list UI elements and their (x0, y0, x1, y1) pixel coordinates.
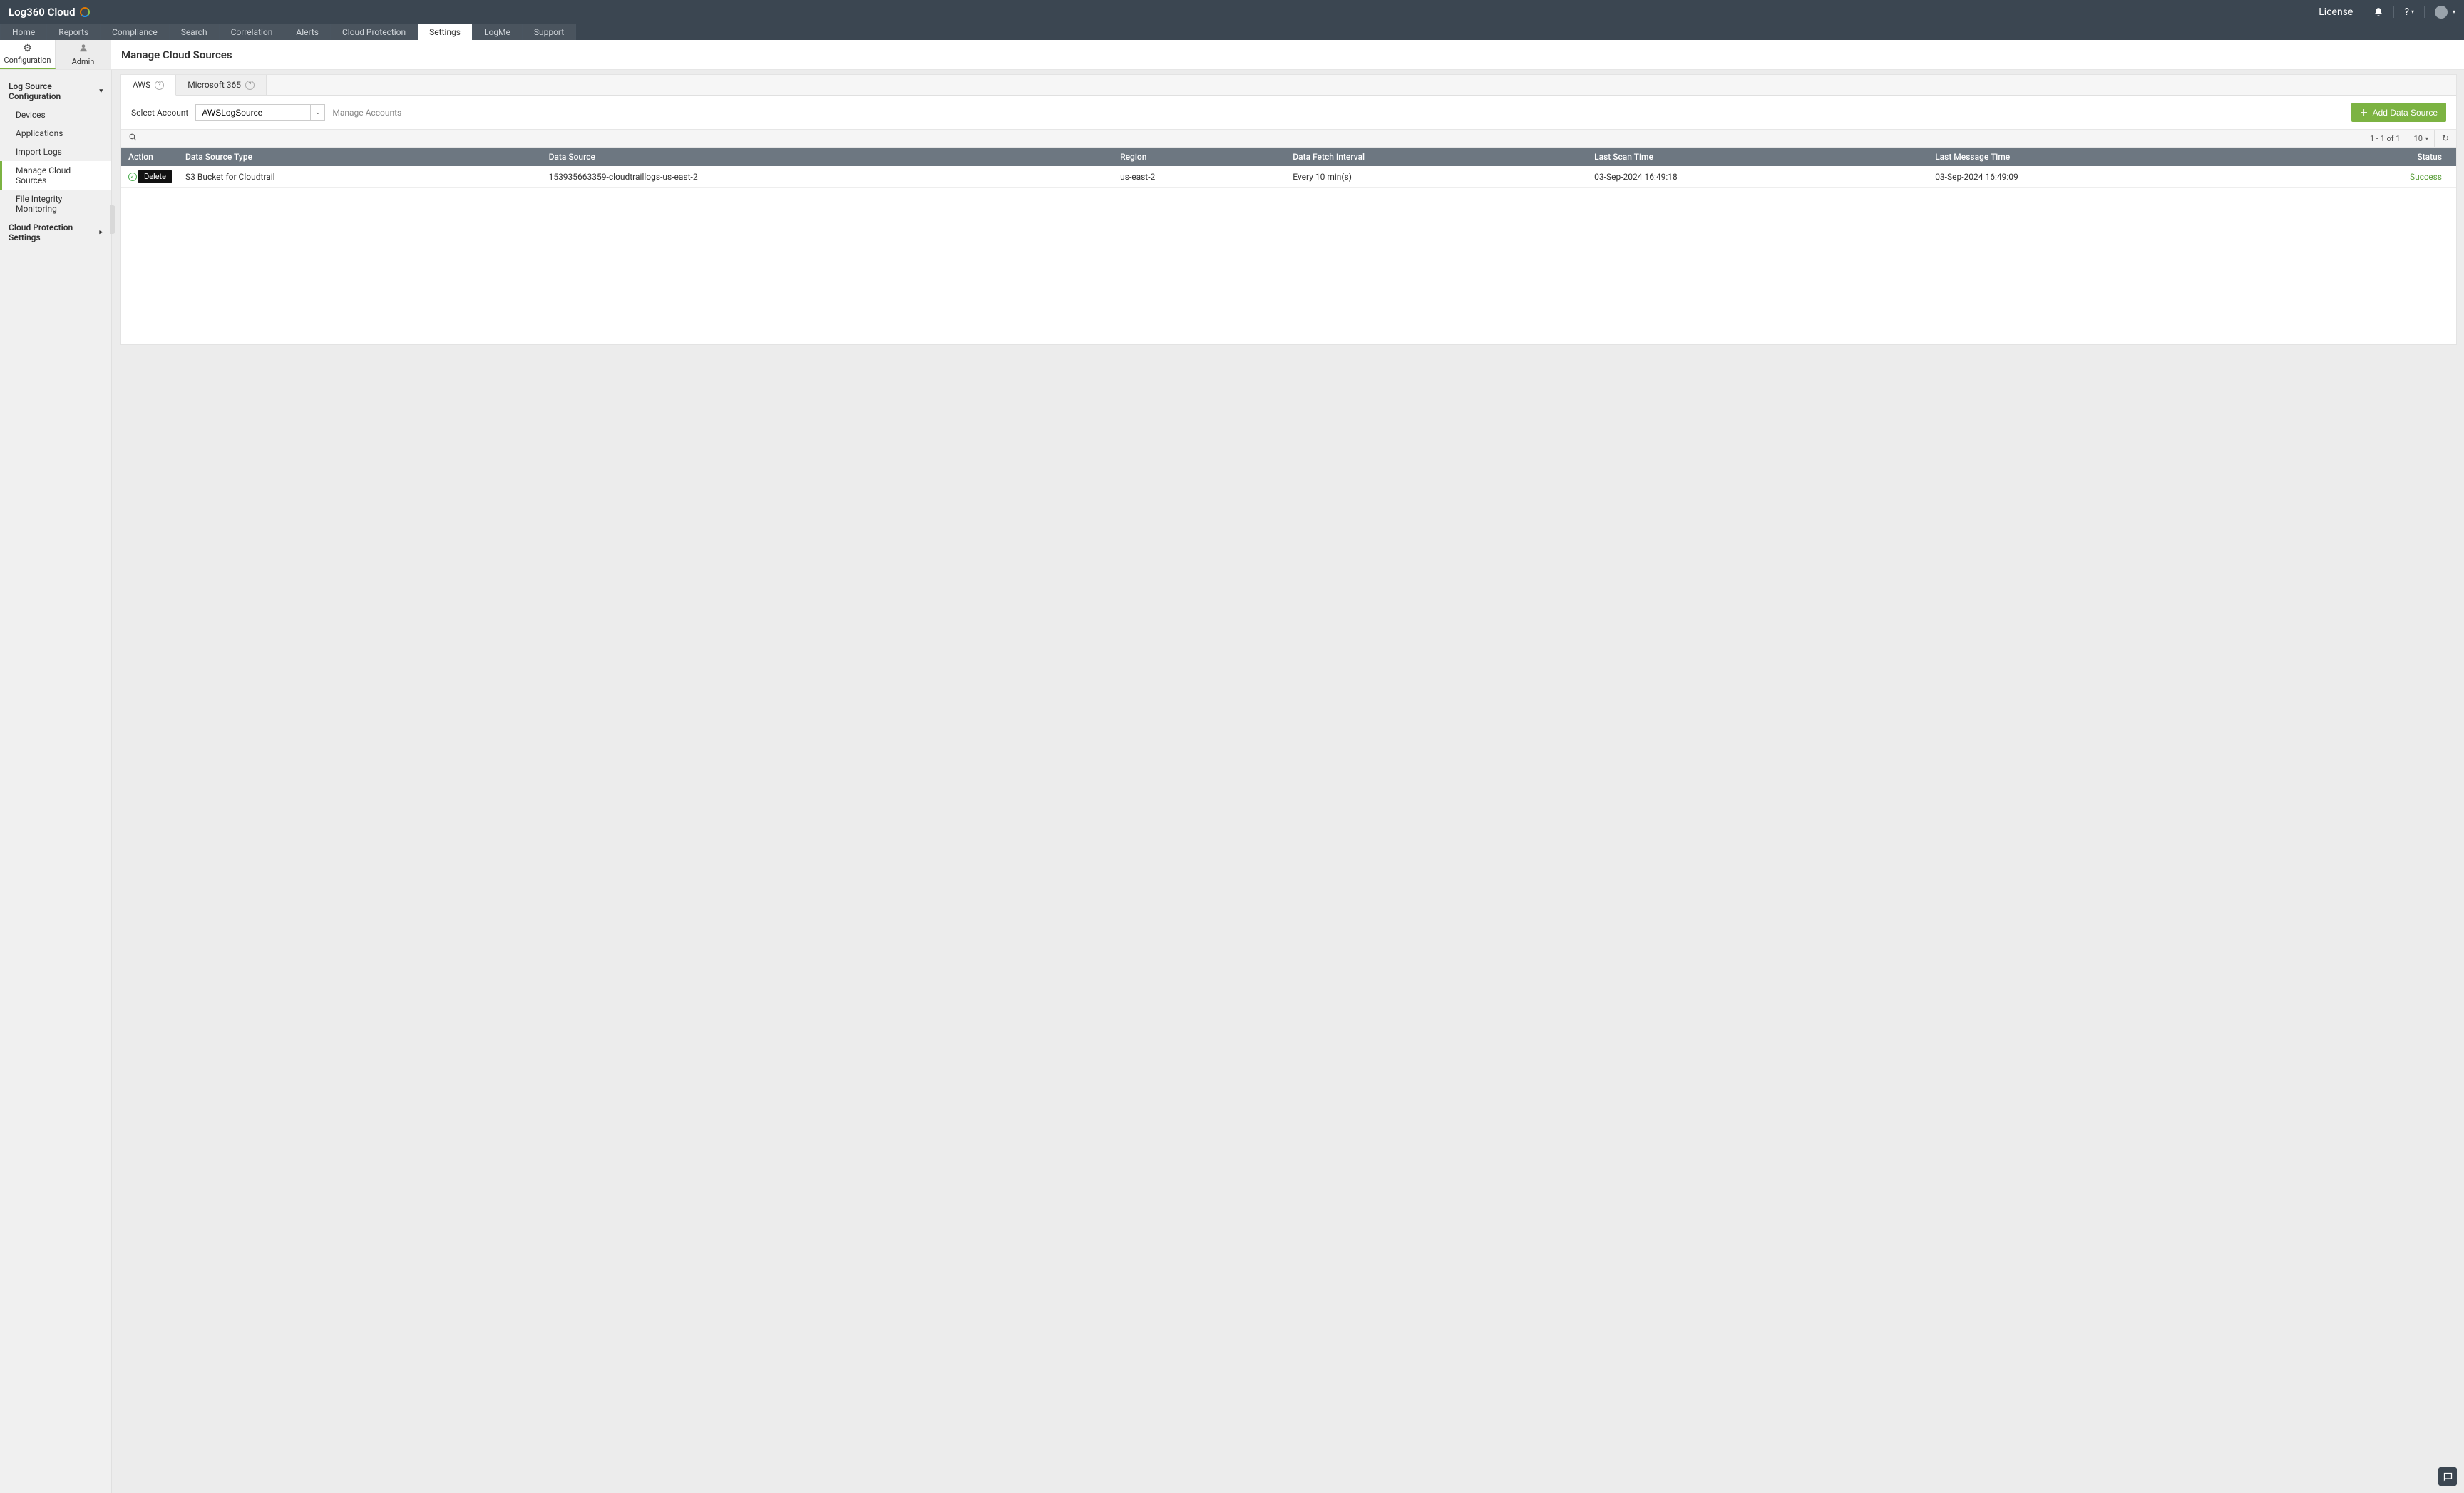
page-size-select[interactable]: 10 ▾ (2408, 130, 2435, 147)
account-select-input[interactable] (196, 108, 310, 118)
cell-data-source: 153935663359-cloudtraillogs-us-east-2 (542, 166, 1114, 188)
col-status: Status (2269, 148, 2456, 166)
chevron-down-icon[interactable]: ⌄ (310, 105, 324, 120)
sidebar-section-cloud-protection[interactable]: Cloud Protection Settings ▸ (0, 218, 111, 247)
search-icon[interactable] (128, 133, 138, 145)
status-ok-icon: ✓ (128, 173, 137, 181)
col-data-source-type: Data Source Type (178, 148, 542, 166)
cell-region: us-east-2 (1113, 166, 1285, 188)
nav-home[interactable]: Home (0, 24, 47, 40)
nav-compliance[interactable]: Compliance (101, 24, 170, 40)
nav-alerts[interactable]: Alerts (284, 24, 331, 40)
col-last-scan: Last Scan Time (1587, 148, 1928, 166)
gear-icon: ⚙ (23, 43, 32, 54)
source-tabs: AWS ? Microsoft 365 ? (121, 75, 2456, 96)
pager: 1 - 1 of 1 10 ▾ ↻ (2370, 130, 2449, 147)
topbar: Log360 Cloud License ?▾ ▾ (0, 0, 2464, 24)
delete-tooltip: Delete (138, 170, 172, 183)
avatar-icon (2435, 6, 2448, 19)
manage-accounts-link[interactable]: Manage Accounts (332, 108, 401, 118)
cell-status: Success (2269, 166, 2456, 188)
separator (2393, 6, 2394, 18)
account-select[interactable]: ⌄ (195, 104, 325, 121)
nav-reports[interactable]: Reports (47, 24, 101, 40)
plus-icon: ＋ (2360, 106, 2368, 118)
subnav-configuration[interactable]: ⚙ Configuration (0, 40, 56, 69)
nav-cloud-protection[interactable]: Cloud Protection (331, 24, 418, 40)
add-data-source-button[interactable]: ＋ Add Data Source (2351, 103, 2446, 122)
help-icon[interactable]: ? (155, 81, 164, 90)
chat-icon[interactable] (2438, 1467, 2457, 1486)
col-action: Action (121, 148, 178, 166)
col-last-msg: Last Message Time (1928, 148, 2269, 166)
nav-settings[interactable]: Settings (418, 24, 473, 40)
cell-data-source-type: S3 Bucket for Cloudtrail (178, 166, 542, 188)
nav-correlation[interactable]: Correlation (220, 24, 285, 40)
account-row: Select Account ⌄ Manage Accounts ＋ Add D… (121, 96, 2456, 129)
sidebar-item-manage-cloud-sources[interactable]: Manage Cloud Sources (0, 161, 111, 190)
bell-icon[interactable] (2373, 7, 2383, 17)
table-toolbar: 1 - 1 of 1 10 ▾ ↻ (121, 129, 2456, 148)
sidebar-collapse-handle[interactable] (110, 205, 115, 234)
sidebar-item-applications[interactable]: Applications (0, 124, 111, 143)
user-icon (78, 43, 88, 56)
refresh-icon[interactable]: ↻ (2442, 133, 2449, 143)
cell-interval: Every 10 min(s) (1285, 166, 1587, 188)
tab-aws[interactable]: AWS ? (121, 75, 176, 96)
sidebar-item-file-integrity[interactable]: File Integrity Monitoring (0, 190, 111, 218)
help-icon[interactable]: ? (245, 81, 255, 90)
brand-logo-icon (80, 7, 90, 17)
brand[interactable]: Log360 Cloud (9, 6, 90, 19)
table-row: ✓ Delete S3 Bucket for Cloudtrail 153935… (121, 166, 2456, 188)
chevron-down-icon: ▾ (2426, 135, 2428, 142)
chevron-right-icon: ▸ (99, 229, 103, 236)
sidebar-section-log-source[interactable]: Log Source Configuration ▾ (0, 77, 111, 106)
nav-search[interactable]: Search (170, 24, 220, 40)
cell-last-scan: 03-Sep-2024 16:49:18 (1587, 166, 1928, 188)
cell-last-msg: 03-Sep-2024 16:49:09 (1928, 166, 2269, 188)
col-interval: Data Fetch Interval (1285, 148, 1587, 166)
pager-range: 1 - 1 of 1 (2370, 134, 2401, 143)
help-menu[interactable]: ?▾ (2404, 6, 2414, 18)
page-title: Manage Cloud Sources (111, 40, 2464, 69)
chevron-down-icon: ▾ (99, 88, 103, 95)
table-empty-space (121, 188, 2456, 344)
table-header-row: Action Data Source Type Data Source Regi… (121, 148, 2456, 166)
main-nav: Home Reports Compliance Search Correlati… (0, 24, 2464, 40)
select-account-label: Select Account (131, 108, 188, 118)
data-sources-table: Action Data Source Type Data Source Regi… (121, 148, 2456, 188)
topbar-right: License ?▾ ▾ (2319, 6, 2455, 19)
separator (2424, 6, 2425, 18)
sidebar: Log Source Configuration ▾ Devices Appli… (0, 70, 112, 1493)
nav-logme[interactable]: LogMe (473, 24, 523, 40)
nav-support[interactable]: Support (523, 24, 576, 40)
brand-name: Log360 Cloud (9, 6, 76, 19)
subnav-admin[interactable]: Admin (56, 40, 111, 69)
cloud-sources-panel: AWS ? Microsoft 365 ? Select Account ⌄ M… (120, 74, 2457, 345)
col-region: Region (1113, 148, 1285, 166)
user-menu[interactable]: ▾ (2435, 6, 2455, 19)
tab-microsoft-365[interactable]: Microsoft 365 ? (176, 75, 267, 95)
subnav: ⚙ Configuration Admin Manage Cloud Sourc… (0, 40, 2464, 70)
sidebar-item-import-logs[interactable]: Import Logs (0, 143, 111, 161)
sidebar-item-devices[interactable]: Devices (0, 106, 111, 124)
action-cell: ✓ Delete (128, 171, 171, 182)
col-data-source: Data Source (542, 148, 1114, 166)
main-area: AWS ? Microsoft 365 ? Select Account ⌄ M… (112, 70, 2464, 1493)
license-link[interactable]: License (2319, 6, 2353, 18)
